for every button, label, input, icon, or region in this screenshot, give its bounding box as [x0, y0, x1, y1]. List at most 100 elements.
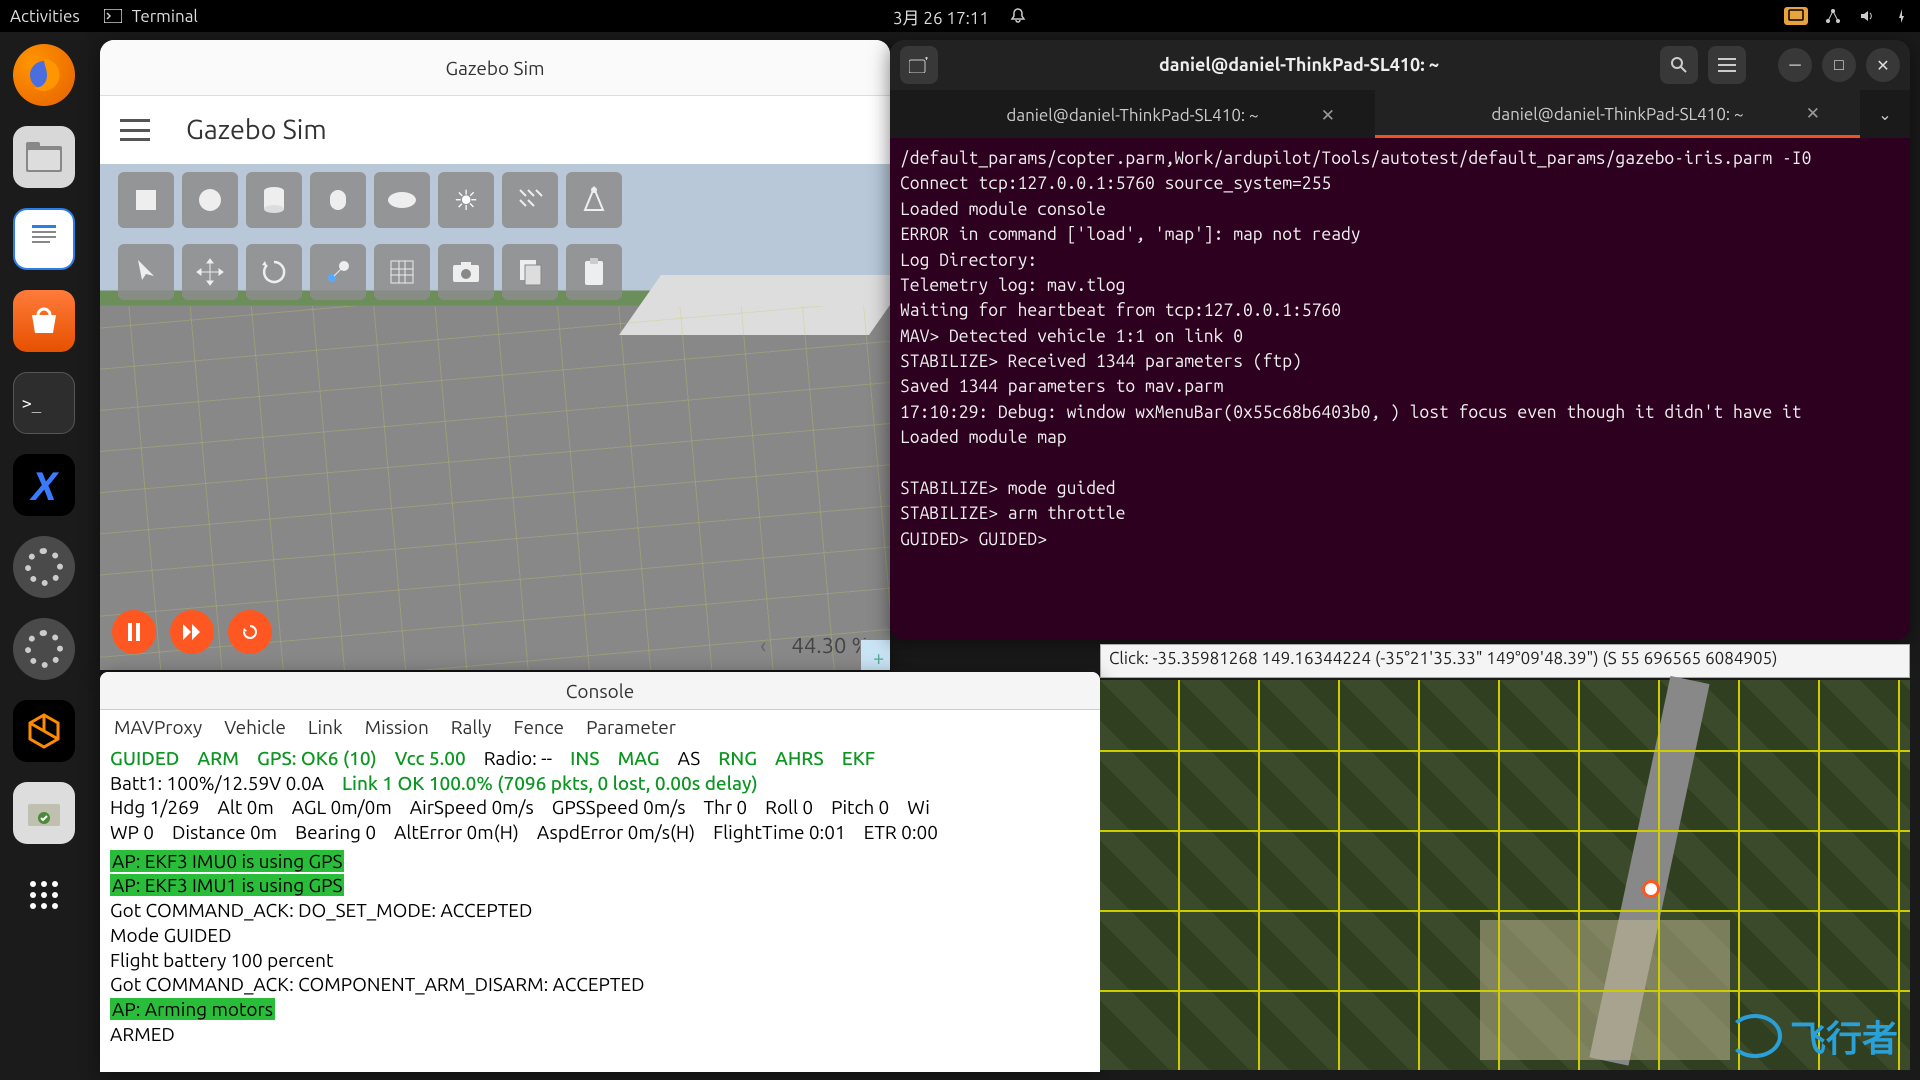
current-app-indicator[interactable]: Terminal — [104, 7, 198, 26]
scale-tool-button[interactable] — [310, 244, 366, 300]
status-wp: WP 0 — [110, 820, 154, 845]
console-menu: MAVProxy Vehicle Link Mission Rally Fenc… — [100, 710, 1100, 744]
capsule-shape-button[interactable] — [310, 172, 366, 228]
console-titlebar[interactable]: Console — [100, 672, 1100, 710]
rtf-display: ‹ 44.30 % — [760, 633, 870, 658]
dock: >_ X — [0, 32, 88, 1080]
hamburger-menu-icon[interactable] — [120, 119, 150, 141]
gazebo-header: Gazebo Sim — [100, 96, 890, 164]
gazebo-titlebar[interactable]: Gazebo Sim — [100, 40, 890, 96]
watermark-icon — [1728, 1014, 1782, 1058]
clock[interactable]: 3月 26 17:11 — [893, 4, 989, 29]
console-status: GUIDED ARM GPS: OK6 (10) Vcc 5.00 Radio:… — [100, 744, 1100, 847]
dock-terminal[interactable]: >_ — [13, 372, 75, 434]
terminal-output[interactable]: /default_params/copter.parm,Work/ardupil… — [890, 138, 1910, 560]
system-topbar: Activities Terminal 3月 26 17:11 — [0, 0, 1920, 32]
status-mag: MAG — [618, 746, 660, 771]
terminal-titlebar[interactable]: daniel@daniel-ThinkPad-SL410: ~ ─ □ ✕ — [890, 40, 1910, 90]
map-window[interactable]: 飞行者 — [1100, 680, 1910, 1070]
close-tab-icon[interactable]: ✕ — [1321, 106, 1335, 126]
console-title: Console — [566, 680, 634, 702]
map-satellite-view[interactable]: 飞行者 — [1100, 680, 1910, 1070]
cylinder-shape-button[interactable] — [246, 172, 302, 228]
new-tab-button[interactable] — [900, 46, 938, 84]
grid-snap-button[interactable] — [374, 244, 430, 300]
spot-light-button[interactable] — [566, 172, 622, 228]
box-shape-button[interactable] — [118, 172, 174, 228]
maximize-button[interactable]: □ — [1822, 48, 1856, 82]
log-line: ARMED — [110, 1022, 1090, 1047]
step-button[interactable] — [170, 610, 214, 654]
menu-vehicle[interactable]: Vehicle — [224, 716, 286, 738]
status-radio: Radio: -- — [484, 746, 552, 771]
status-bearing: Bearing 0 — [295, 820, 376, 845]
status-gps: GPS: OK6 (10) — [257, 746, 377, 771]
terminal-tab-2[interactable]: daniel@daniel-ThinkPad-SL410: ~ ✕ — [1375, 90, 1860, 138]
close-tab-icon[interactable]: ✕ — [1806, 104, 1820, 124]
chevron-left-icon[interactable]: ‹ — [760, 633, 766, 658]
dock-settings-2[interactable] — [13, 618, 75, 680]
menu-fence[interactable]: Fence — [513, 716, 564, 738]
pause-button[interactable] — [112, 610, 156, 654]
status-airspeed: AirSpeed 0m/s — [410, 795, 534, 820]
terminal-tabs: daniel@daniel-ThinkPad-SL410: ~ ✕ daniel… — [890, 90, 1910, 138]
dock-text-editor[interactable]: X — [13, 454, 75, 516]
reset-button[interactable] — [228, 610, 272, 654]
directional-light-button[interactable] — [502, 172, 558, 228]
ellipsoid-shape-button[interactable] — [374, 172, 430, 228]
status-flighttime: FlightTime 0:01 — [713, 820, 846, 845]
status-etr: ETR 0:00 — [864, 820, 938, 845]
screenshot-button[interactable] — [438, 244, 494, 300]
status-agl: AGL 0m/0m — [292, 795, 392, 820]
log-line: Got COMMAND_ACK: DO_SET_MODE: ACCEPTED — [110, 898, 1090, 923]
rtf-value: 44.30 % — [791, 633, 870, 658]
status-vcc: Vcc 5.00 — [395, 746, 466, 771]
network-icon[interactable] — [1824, 7, 1842, 25]
select-tool-button[interactable] — [118, 244, 174, 300]
dock-software-center[interactable] — [13, 290, 75, 352]
paste-button[interactable] — [566, 244, 622, 300]
status-wi: Wi — [907, 795, 930, 820]
search-button[interactable] — [1660, 46, 1698, 84]
rotate-tool-button[interactable] — [246, 244, 302, 300]
activities-button[interactable]: Activities — [10, 7, 80, 26]
translate-tool-button[interactable] — [182, 244, 238, 300]
dock-firefox[interactable] — [13, 44, 75, 106]
console-log: AP: EKF3 IMU0 is using GPSAP: EKF3 IMU1 … — [100, 847, 1100, 1049]
menu-rally[interactable]: Rally — [451, 716, 492, 738]
copy-button[interactable] — [502, 244, 558, 300]
status-rng: RNG — [718, 746, 757, 771]
menu-mission[interactable]: Mission — [365, 716, 429, 738]
dock-libreoffice-writer[interactable] — [13, 208, 75, 270]
gravity-panel[interactable]: +Gravity — [860, 639, 890, 670]
menu-button[interactable] — [1708, 46, 1746, 84]
dock-archive[interactable] — [13, 782, 75, 844]
close-button[interactable]: ✕ — [1866, 48, 1900, 82]
status-arm: ARM — [197, 746, 239, 771]
tab-label: daniel@daniel-ThinkPad-SL410: ~ — [1491, 105, 1743, 124]
tabs-dropdown-button[interactable]: ⌄ — [1860, 90, 1910, 138]
menu-link[interactable]: Link — [308, 716, 343, 738]
point-light-button[interactable]: ☀ — [438, 172, 494, 228]
status-ekf: EKF — [842, 746, 875, 771]
dock-files[interactable] — [13, 126, 75, 188]
menu-parameter[interactable]: Parameter — [586, 716, 676, 738]
screen-share-icon[interactable] — [1784, 7, 1808, 25]
watermark: 飞行者 — [1728, 1010, 1898, 1062]
volume-icon[interactable] — [1858, 7, 1876, 25]
terminal-window: daniel@daniel-ThinkPad-SL410: ~ ─ □ ✕ da… — [890, 40, 1910, 640]
power-icon[interactable] — [1892, 7, 1910, 25]
watermark-text: 飞行者 — [1790, 1010, 1898, 1062]
dock-settings-1[interactable] — [13, 536, 75, 598]
sphere-shape-button[interactable] — [182, 172, 238, 228]
notification-bell-icon[interactable] — [1009, 7, 1027, 25]
gazebo-window: Gazebo Sim Gazebo Sim ‹ 44.30 % ☀ — [100, 40, 890, 670]
status-ahrs: AHRS — [775, 746, 824, 771]
dock-gazebo[interactable] — [13, 700, 75, 762]
status-ins: INS — [570, 746, 599, 771]
dock-show-apps[interactable] — [13, 864, 75, 926]
status-link: Link 1 OK 100.0% (7096 pkts, 0 lost, 0.0… — [342, 771, 758, 796]
menu-mavproxy[interactable]: MAVProxy — [114, 716, 202, 738]
minimize-button[interactable]: ─ — [1778, 48, 1812, 82]
terminal-tab-1[interactable]: daniel@daniel-ThinkPad-SL410: ~ ✕ — [890, 90, 1375, 138]
